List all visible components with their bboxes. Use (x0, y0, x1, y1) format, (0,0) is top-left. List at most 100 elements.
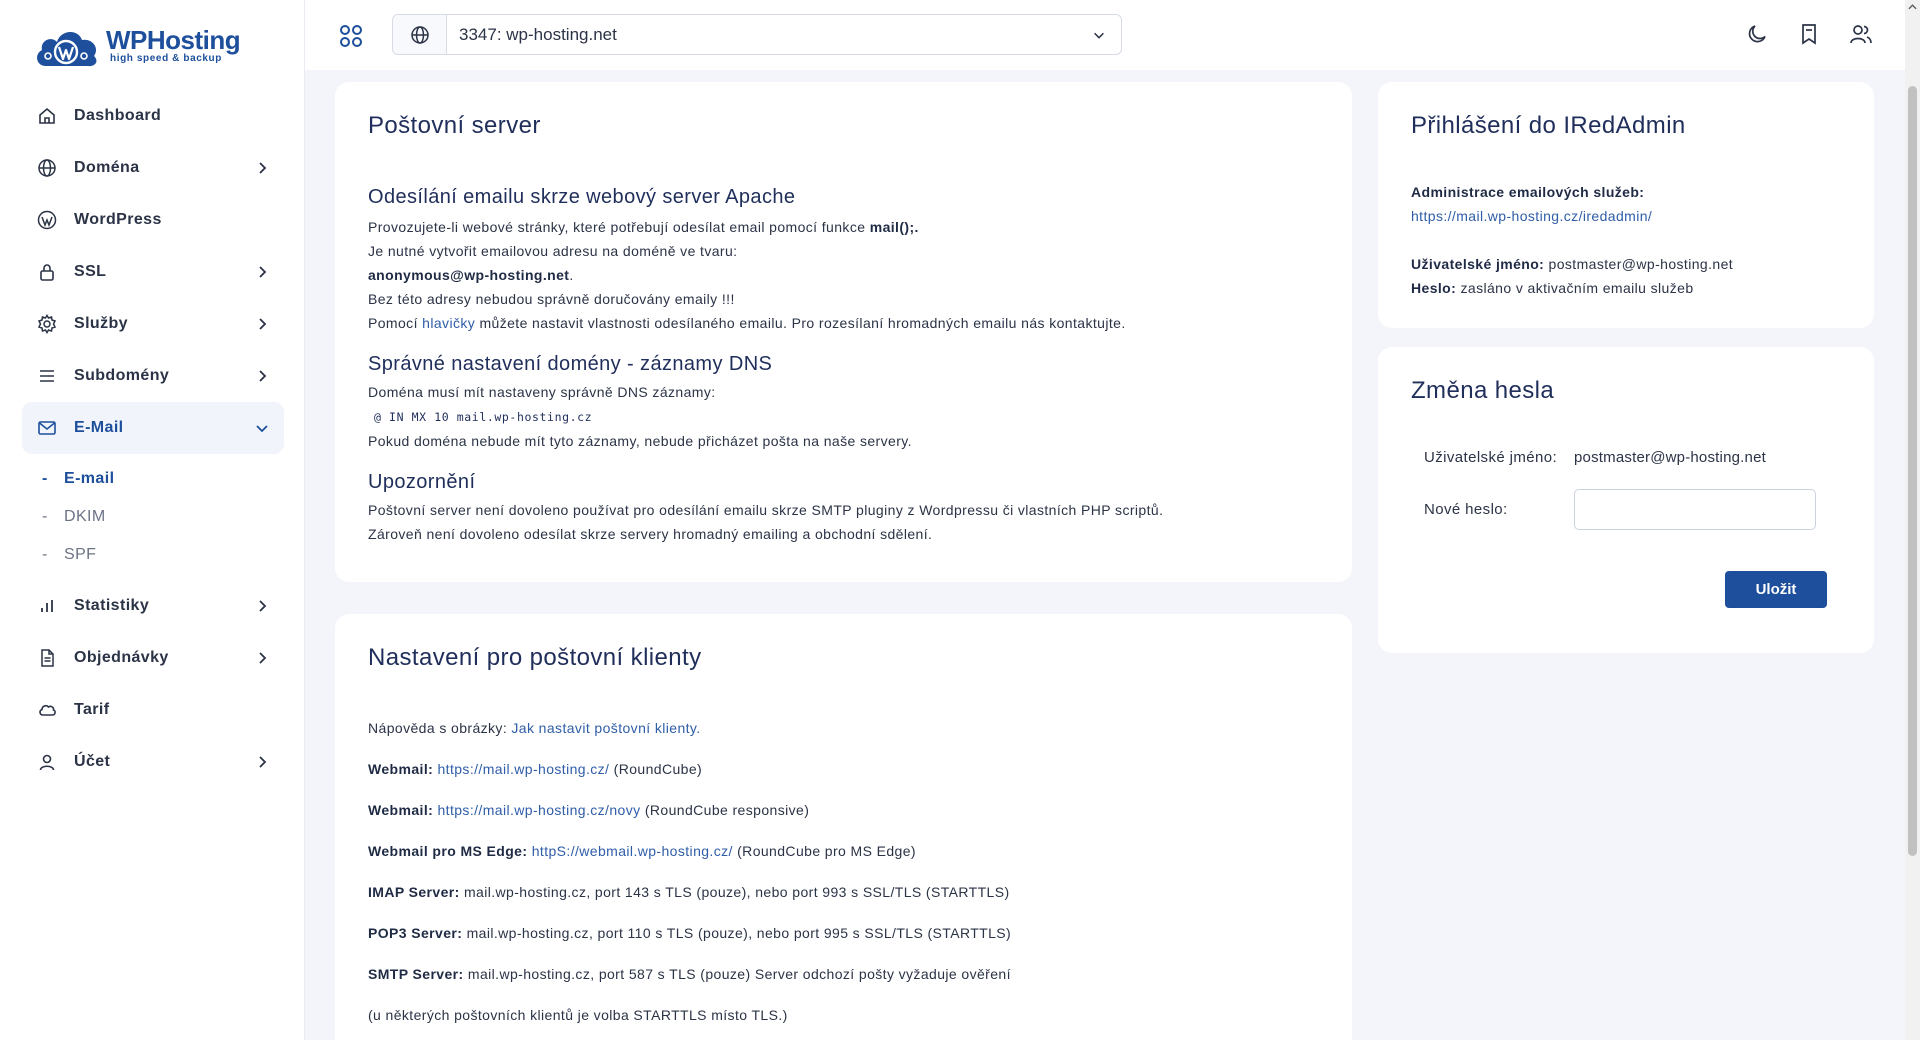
warning-line: Bez této adresy nebudou správně doručová… (368, 291, 735, 307)
client-row-label: Webmail: (368, 761, 434, 777)
sidebar-item-domena[interactable]: Doména (22, 142, 284, 194)
save-button[interactable]: Uložit (1725, 571, 1827, 608)
sidebar-item-label: WordPress (74, 211, 162, 228)
wordpress-icon (36, 209, 58, 231)
sidebar: WPHosting high speed & backup Dashboard … (0, 0, 305, 1040)
mail-server-card: Poštovní server Odesílání emailu skrze w… (335, 82, 1352, 582)
sidebar-item-label: Objednávky (74, 649, 169, 666)
scroll-up-icon[interactable] (1908, 2, 1917, 12)
section-title-dns: Správné nastavení domény - záznamy DNS (368, 353, 773, 375)
sidebar-item-label: Účet (74, 753, 111, 770)
iredadmin-card: Přihlášení do IRedAdmin Administrace ema… (1378, 82, 1874, 328)
text-punct: . (569, 267, 574, 283)
client-row: Webmail: https://mail.wp-hosting.cz/novy… (368, 798, 1319, 822)
sidebar-item-objednavky[interactable]: Objednávky (22, 632, 284, 684)
sidebar-item-label: Statistiky (74, 597, 150, 614)
username-row: Uživatelské jméno: postmaster@wp-hosting… (1411, 449, 1841, 466)
starttls-note: (u některých poštovních klientů je volba… (368, 1007, 788, 1023)
chevron-right-icon (259, 318, 267, 330)
sidebar-item-dashboard[interactable]: Dashboard (22, 90, 284, 142)
submenu-item-label: SPF (64, 546, 97, 563)
sidebar-item-label: Služby (74, 315, 128, 332)
bar-chart-icon (36, 595, 58, 617)
client-row: Webmail pro MS Edge: httpS://webmail.wp-… (368, 839, 1319, 863)
card-title: Přihlášení do IRedAdmin (1411, 112, 1686, 139)
sidebar-item-subdomeny[interactable]: Subdomény (22, 350, 284, 402)
gear-icon (36, 313, 58, 335)
sidebar-item-ucet[interactable]: Účet (22, 736, 284, 788)
chevron-right-icon (259, 266, 267, 278)
submenu-item-email[interactable]: - E-mail (42, 460, 284, 498)
client-row: SMTP Server: mail.wp-hosting.cz, port 58… (368, 962, 1319, 986)
section-text: Provozujete-li webové stránky, které pot… (368, 215, 1319, 335)
sidebar-item-statistiky[interactable]: Statistiky (22, 580, 284, 632)
text-line: Zároveň není dovoleno odesílat skrze ser… (368, 526, 933, 542)
webmail-edge-link[interactable]: httpS://webmail.wp-hosting.cz/ (532, 843, 733, 859)
sidebar-item-email[interactable]: E-Mail (22, 402, 284, 454)
admin-block: Administrace emailových služeb: https://… (1411, 180, 1841, 228)
brand-logo[interactable]: WPHosting high speed & backup (32, 20, 241, 70)
chevron-right-icon (259, 652, 267, 664)
username-value: postmaster@wp-hosting.net (1574, 449, 1766, 466)
username-value: postmaster@wp-hosting.net (1544, 256, 1734, 272)
sidebar-item-label: SSL (74, 263, 107, 280)
username-label: Uživatelské jméno: (1411, 256, 1545, 272)
topbar-actions (1745, 22, 1875, 48)
credentials-block: Uživatelské jméno: postmaster@wp-hosting… (1411, 252, 1841, 300)
scrollbar-thumb[interactable] (1908, 86, 1917, 856)
sidebar-item-ssl[interactable]: SSL (22, 246, 284, 298)
help-link[interactable]: Jak nastavit poštovní klienty. (511, 720, 700, 736)
headers-link[interactable]: hlavičky (422, 315, 475, 331)
brand-name: WPHosting (106, 25, 241, 55)
text-line: Je nutné vytvořit emailovou adresu na do… (368, 243, 738, 259)
submenu-item-label: E-mail (64, 470, 115, 487)
home-icon (36, 105, 58, 127)
sidebar-item-label: Doména (74, 159, 140, 176)
new-password-input[interactable] (1574, 489, 1816, 530)
webmail-link[interactable]: https://mail.wp-hosting.cz/ (437, 761, 609, 777)
card-title: Poštovní server (368, 112, 541, 139)
brand-tagline: high speed & backup (110, 53, 222, 64)
client-row-text: (RoundCube responsive) (640, 802, 810, 818)
users-icon[interactable] (1849, 22, 1875, 48)
sidebar-item-wordpress[interactable]: WordPress (22, 194, 284, 246)
client-row: Webmail: https://mail.wp-hosting.cz/ (Ro… (368, 757, 1319, 781)
mail-function-name: mail();. (869, 219, 919, 235)
lock-icon (36, 261, 58, 283)
sidebar-item-tarif[interactable]: Tarif (22, 684, 284, 736)
client-row-label: Webmail: (368, 802, 434, 818)
help-label: Nápověda s obrázky: (368, 720, 512, 736)
section-title-apache: Odesílání emailu skrze webový server Apa… (368, 186, 796, 208)
domain-select[interactable]: 3347: wp-hosting.net (392, 14, 1122, 55)
section-title-warning: Upozornění (368, 471, 476, 493)
section-text: Doména musí mít nastaveny správně DNS zá… (368, 380, 1319, 453)
page-scrollbar[interactable] (1905, 0, 1920, 1040)
sidebar-item-label: Tarif (74, 701, 110, 718)
client-row-label: SMTP Server: (368, 966, 464, 982)
text-line: Doména musí mít nastaveny správně DNS zá… (368, 384, 716, 400)
card-title: Nastavení pro poštovní klienty (368, 644, 702, 671)
bookmark-icon[interactable] (1797, 22, 1823, 48)
cloud-icon (36, 699, 58, 721)
admin-label: Administrace emailových služeb: (1411, 184, 1645, 200)
client-row-text: mail.wp-hosting.cz, port 143 s TLS (pouz… (459, 884, 1010, 900)
chevron-down-icon (1077, 28, 1121, 42)
client-row-text: mail.wp-hosting.cz, port 587 s TLS (pouz… (463, 966, 1011, 982)
help-line: Nápověda s obrázky: Jak nastavit poštovn… (368, 716, 1319, 740)
mail-clients-card: Nastavení pro poštovní klienty Nápověda … (335, 614, 1352, 1040)
chevron-right-icon (259, 756, 267, 768)
password-value: zasláno v aktivačním emailu služeb (1456, 280, 1694, 296)
moon-icon[interactable] (1745, 22, 1771, 48)
submenu-item-label: DKIM (64, 508, 106, 525)
iredadmin-link[interactable]: https://mail.wp-hosting.cz/iredadmin/ (1411, 208, 1652, 224)
webmail-responsive-link[interactable]: https://mail.wp-hosting.cz/novy (437, 802, 640, 818)
username-label: Uživatelské jméno: (1424, 449, 1558, 466)
new-password-row: Nové heslo: (1411, 489, 1841, 530)
apps-grid-icon[interactable] (338, 23, 364, 49)
submenu-item-dkim[interactable]: - DKIM (42, 498, 284, 536)
submenu-item-spf[interactable]: - SPF (42, 536, 284, 574)
sidebar-item-sluzby[interactable]: Služby (22, 298, 284, 350)
user-icon (36, 751, 58, 773)
new-password-label: Nové heslo: (1424, 501, 1508, 518)
text-line: Poštovní server není dovoleno používat p… (368, 502, 1164, 518)
